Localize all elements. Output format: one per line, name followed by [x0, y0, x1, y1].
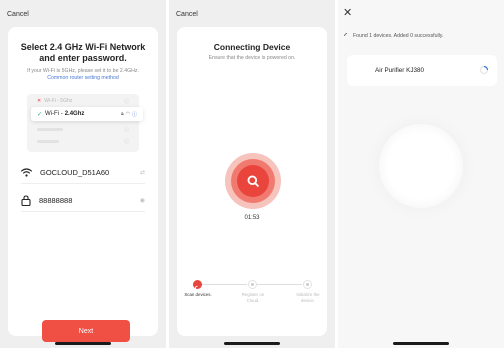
- page-subtitle: Ensure that the device is powered on.: [208, 55, 296, 61]
- page-subtitle: If your Wi-Fi is 5GHz, please set it to …: [8, 68, 158, 82]
- password-field[interactable]: 88888888 ◉: [21, 190, 145, 212]
- topbar: Cancel: [169, 0, 335, 28]
- wifi-row-icons: 🔒︎ ◠ ⓘ: [121, 111, 137, 118]
- close-icon[interactable]: ✕: [343, 6, 352, 19]
- found-status-text: Found 1 devices. Added 0 successfully.: [353, 33, 444, 39]
- wifi-row-blurred: ⓘ: [33, 125, 133, 133]
- device-list-item[interactable]: Air Purifier KJ380: [347, 55, 497, 86]
- device-found-screen: ✕ Found 1 devices. Added 0 successfully.…: [338, 0, 504, 348]
- page-title: Select 2.4 GHz Wi-Fi Network and enter p…: [20, 42, 146, 63]
- screens: Cancel Select 2.4 GHz Wi-Fi Network and …: [0, 0, 504, 348]
- password-value: 88888888: [39, 196, 73, 205]
- info-icon: ⓘ: [123, 138, 129, 145]
- step-1-label: Scan devices.: [184, 292, 212, 297]
- switch-network-icon[interactable]: ⇄: [140, 169, 145, 176]
- page-title: Connecting Device: [213, 42, 291, 52]
- topbar: Cancel: [0, 0, 166, 28]
- wifi-icon: [21, 168, 32, 177]
- info-icon: ⓘ: [123, 126, 129, 133]
- wifi-row-5g-label: Wi-Fi - 5Ghz: [44, 98, 73, 104]
- step-2-label: Register on Cloud.: [241, 292, 265, 303]
- wifi-name-value: GOCLOUD_D51A60: [40, 168, 110, 177]
- wifi-name-field[interactable]: GOCLOUD_D51A60 ⇄: [21, 162, 145, 184]
- home-indicator: [224, 342, 280, 345]
- device-name: Air Purifier KJ380: [375, 67, 424, 74]
- search-icon: [247, 175, 259, 187]
- info-icon: ⓘ: [123, 98, 129, 105]
- step-3-label: Initialize the device.: [296, 292, 320, 303]
- wifi-card: Select 2.4 GHz Wi-Fi Network and enter p…: [8, 27, 158, 342]
- subtitle-text: If your Wi-Fi is 5GHz, please set it to …: [27, 68, 139, 74]
- loading-icon: [344, 33, 348, 37]
- device-loading-icon: [479, 65, 489, 75]
- wifi-row-24g: ✓ Wi-Fi - 2.4Ghz 🔒︎ ◠ ⓘ: [31, 107, 143, 121]
- wifi-row-blurred: ⓘ: [33, 137, 133, 145]
- wifi-row-24g-prefix: Wi-Fi -: [45, 111, 63, 117]
- step-connector: [202, 284, 247, 285]
- step-2-inner: [251, 283, 254, 286]
- eye-icon[interactable]: ◉: [140, 197, 145, 204]
- searching-animation: [225, 153, 281, 209]
- home-indicator: [55, 342, 111, 345]
- countdown-timer: 01:53: [244, 215, 260, 221]
- step-1-dot: [193, 280, 202, 292]
- lock-icon: 🔒︎: [120, 111, 124, 117]
- blurred-text: [37, 127, 63, 131]
- home-indicator: [393, 342, 449, 345]
- cancel-button[interactable]: Cancel: [176, 11, 198, 18]
- blurred-text: [37, 139, 59, 143]
- progress-steps: Scan devices. Register on Cloud. Initial…: [184, 280, 320, 310]
- connecting-screen: Cancel Connecting Device Ensure that the…: [169, 0, 335, 348]
- search-badge: [237, 165, 269, 197]
- scan-circle: [379, 124, 463, 208]
- step-3-dot: [303, 280, 312, 289]
- cancel-button[interactable]: Cancel: [7, 11, 29, 18]
- step-connector: [257, 284, 302, 285]
- step-3-inner: [306, 283, 309, 286]
- wifi-row-5g: ✕ Wi-Fi - 5Ghz ⓘ: [33, 97, 133, 105]
- wifi-signal-icon: ◠: [125, 111, 130, 117]
- router-setting-link[interactable]: Common router setting method: [47, 75, 119, 81]
- wifi-illustration: ✕ Wi-Fi - 5Ghz ⓘ ✓ Wi-Fi - 2.4Ghz 🔒︎ ◠ ⓘ: [27, 94, 143, 152]
- wifi-row-24g-name: 2.4Ghz: [64, 111, 85, 117]
- next-button[interactable]: Next: [42, 320, 130, 342]
- step-2-dot: [248, 280, 257, 289]
- connecting-card: Connecting Device Ensure that the device…: [177, 27, 327, 336]
- check-icon: ✓: [37, 111, 43, 118]
- found-status: Found 1 devices. Added 0 successfully.: [344, 33, 443, 39]
- info-icon: ⓘ: [131, 111, 137, 118]
- x-icon: ✕: [37, 98, 42, 104]
- lock-icon: [21, 195, 31, 206]
- wifi-setup-screen: Cancel Select 2.4 GHz Wi-Fi Network and …: [0, 0, 166, 348]
